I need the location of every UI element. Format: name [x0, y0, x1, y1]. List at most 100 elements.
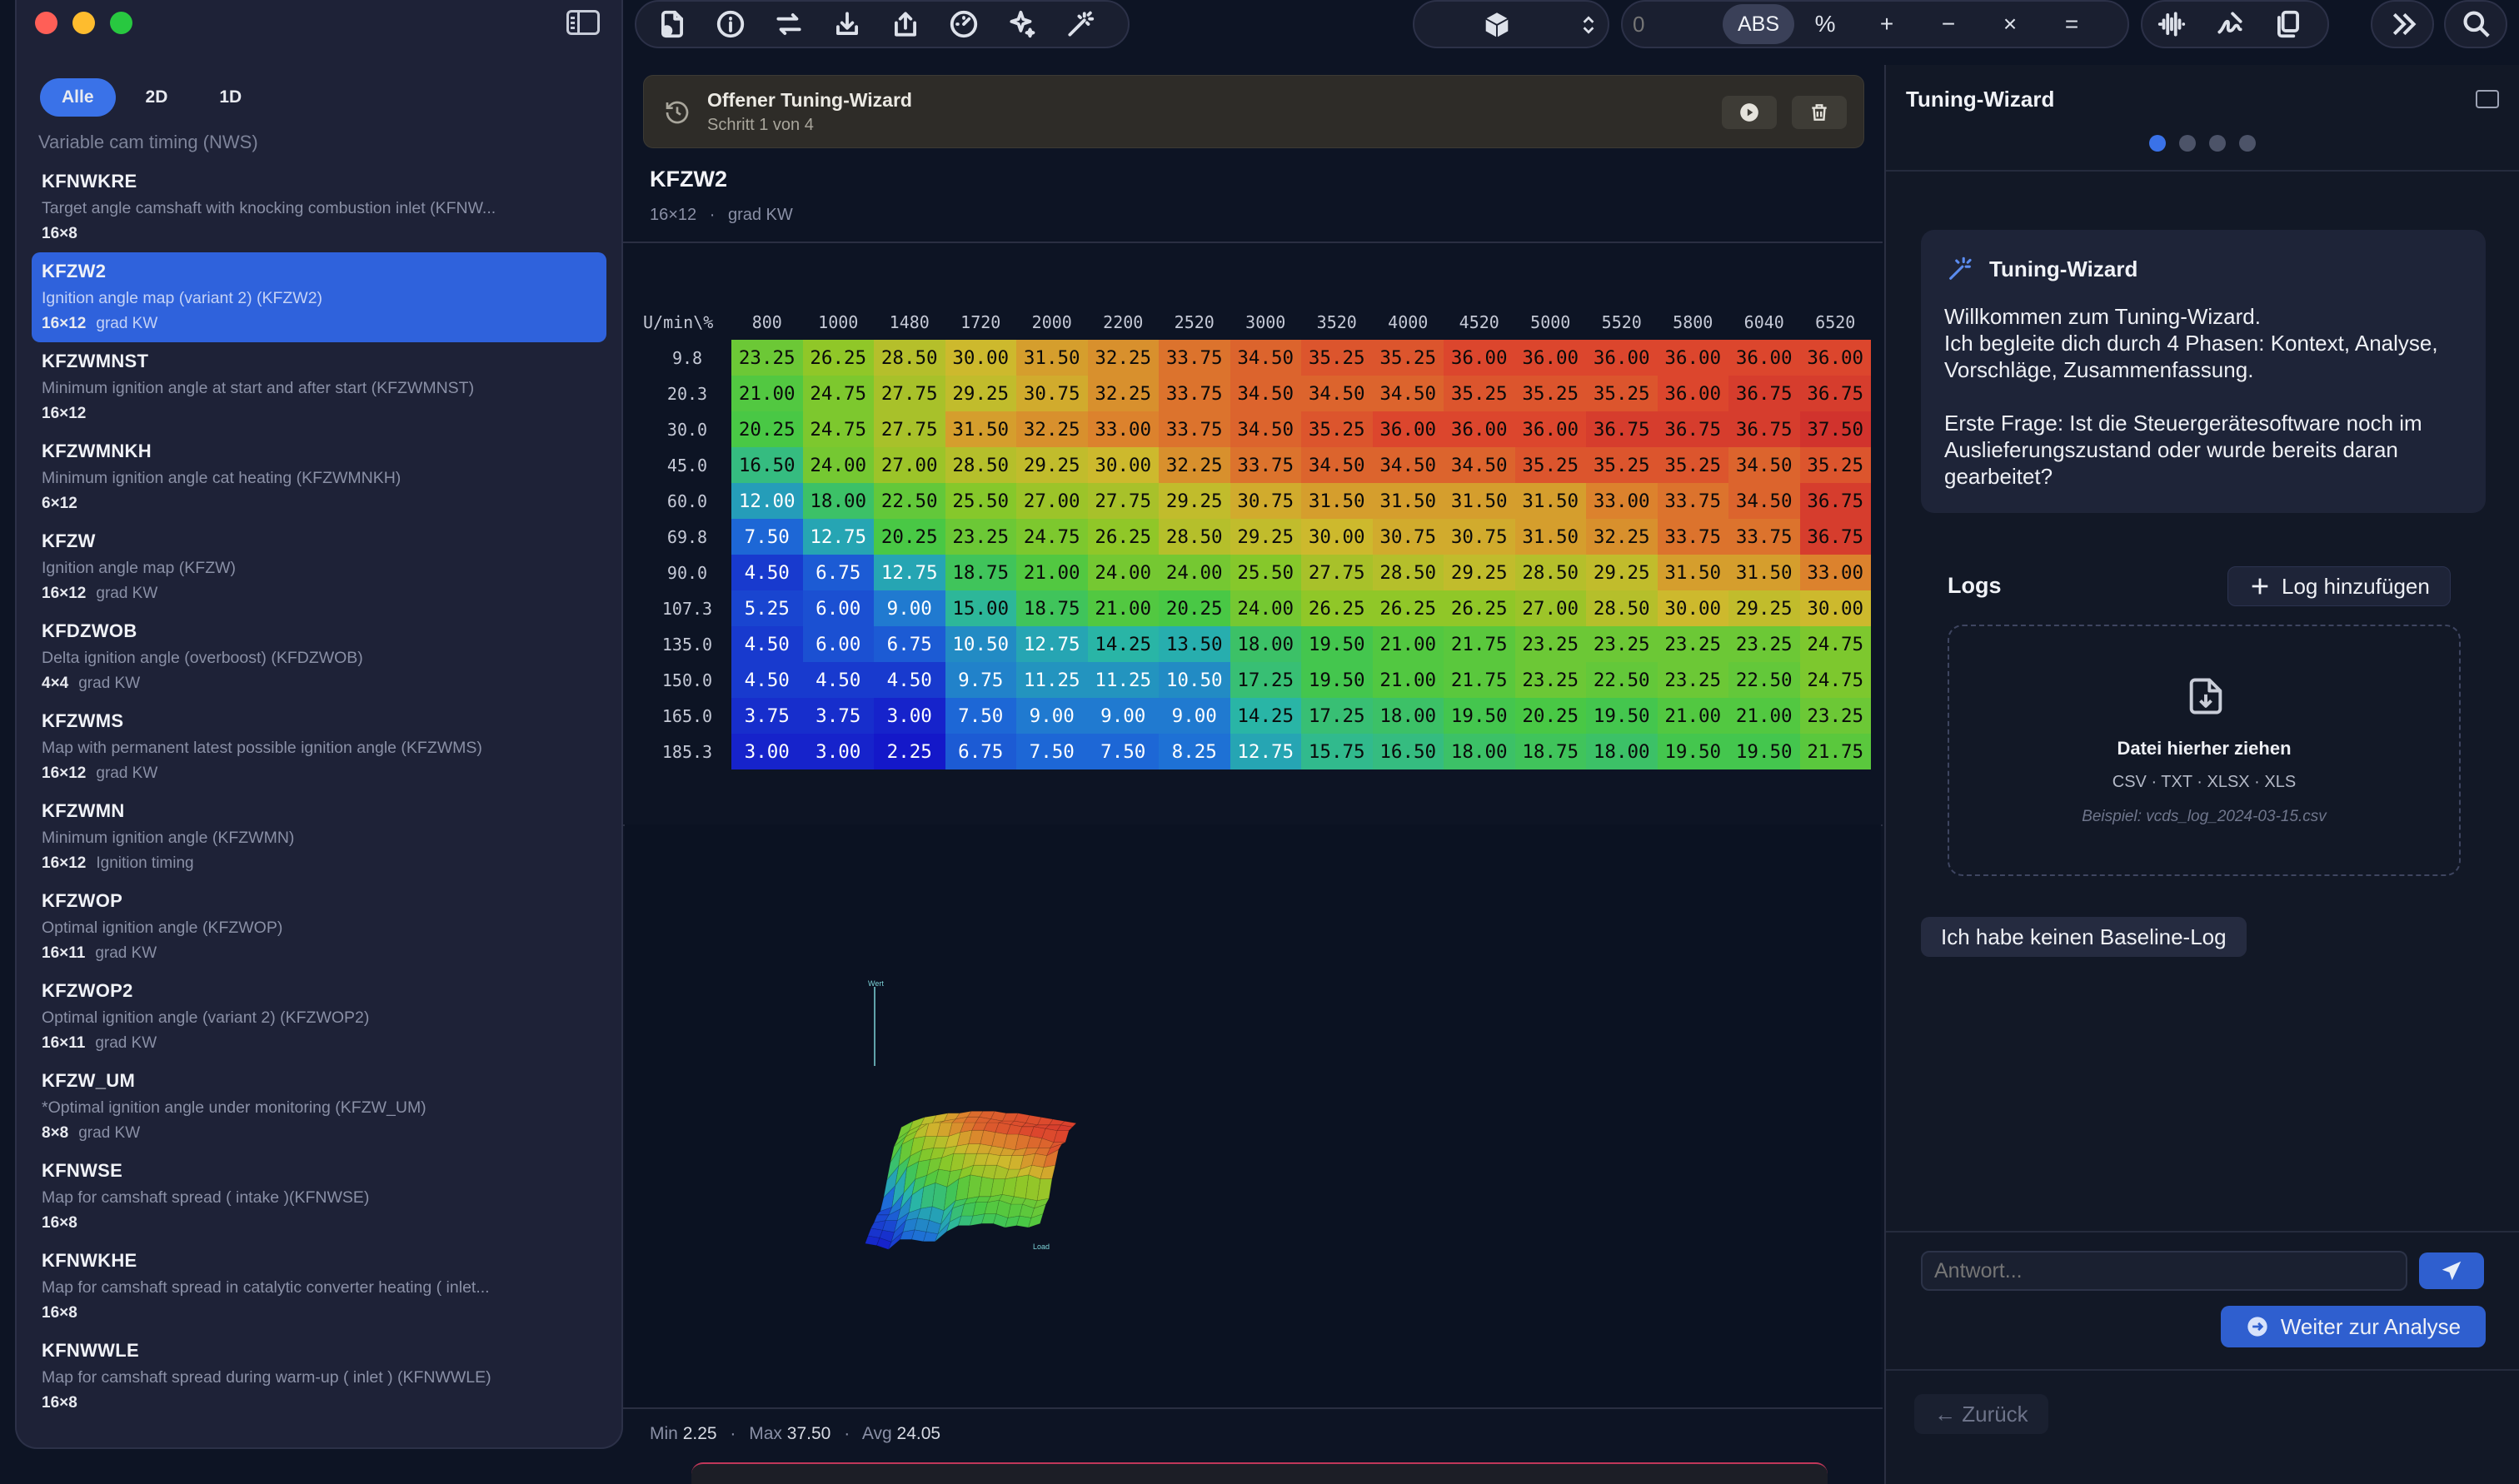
map-cell[interactable]: 18.00: [802, 483, 874, 519]
map-cell[interactable]: 27.00: [1016, 483, 1088, 519]
map-cell[interactable]: 3.00: [731, 734, 803, 769]
map-cell[interactable]: 21.00: [1016, 555, 1088, 590]
map-cell[interactable]: 26.25: [1444, 590, 1515, 626]
map-list-item[interactable]: KFNWSE Map for camshaft spread ( intake )…: [32, 1152, 606, 1242]
map-cell[interactable]: 35.25: [1514, 376, 1586, 411]
map-cell[interactable]: 6.75: [874, 626, 945, 662]
map-cell[interactable]: 18.75: [1514, 734, 1586, 769]
map-list-item[interactable]: KFZWOP2 Optimal ignition angle (variant 2…: [32, 972, 606, 1062]
map-cell[interactable]: 31.50: [1372, 483, 1444, 519]
map-cell[interactable]: 24.75: [802, 411, 874, 447]
map-cell[interactable]: 9.00: [1087, 698, 1159, 734]
map-cell[interactable]: 24.75: [1799, 626, 1871, 662]
map-cell[interactable]: 28.50: [1372, 555, 1444, 590]
map-cell[interactable]: 22.50: [1728, 662, 1800, 698]
filter-2d[interactable]: 2D: [124, 78, 190, 117]
map-cell[interactable]: 6.00: [802, 590, 874, 626]
map-cell[interactable]: 32.25: [1159, 447, 1230, 483]
map-cell[interactable]: 36.00: [1372, 411, 1444, 447]
map-cell[interactable]: 24.75: [802, 376, 874, 411]
export-button[interactable]: [876, 2, 935, 47]
map-cell[interactable]: 33.75: [1159, 376, 1230, 411]
map-cell[interactable]: 35.25: [1586, 376, 1658, 411]
map-cell[interactable]: 26.25: [1087, 519, 1159, 555]
delete-wizard-button[interactable]: [1792, 96, 1847, 129]
map-cell[interactable]: 36.00: [1657, 340, 1728, 376]
map-cell[interactable]: 19.50: [1301, 662, 1373, 698]
map-cell[interactable]: 22.50: [1586, 662, 1658, 698]
map-cell[interactable]: 27.75: [874, 411, 945, 447]
map-cell[interactable]: 28.50: [1514, 555, 1586, 590]
map-cell[interactable]: 36.00: [1657, 376, 1728, 411]
map-cell[interactable]: 4.50: [731, 555, 803, 590]
map-cell[interactable]: 32.25: [1586, 519, 1658, 555]
map-cell[interactable]: 16.50: [731, 447, 803, 483]
panel-window-icon[interactable]: [2476, 90, 2499, 108]
map-cell[interactable]: 36.00: [1728, 340, 1800, 376]
value-input[interactable]: [1623, 7, 1723, 41]
map-cell[interactable]: 27.00: [874, 447, 945, 483]
map-cell[interactable]: 33.00: [1586, 483, 1658, 519]
filter-all[interactable]: Alle: [40, 78, 116, 117]
map-cell[interactable]: 33.75: [1159, 340, 1230, 376]
map-cell[interactable]: 4.50: [874, 662, 945, 698]
map-cell[interactable]: 34.50: [1230, 411, 1301, 447]
map-cell[interactable]: 33.00: [1799, 555, 1871, 590]
info-button[interactable]: [701, 2, 760, 47]
map-cell[interactable]: 9.00: [1016, 698, 1088, 734]
map-cell[interactable]: 21.75: [1444, 626, 1515, 662]
map-cell[interactable]: 36.75: [1799, 483, 1871, 519]
map-cell[interactable]: 12.75: [874, 555, 945, 590]
map-cell[interactable]: 28.50: [1159, 519, 1230, 555]
map-cell[interactable]: 29.25: [1728, 590, 1800, 626]
map-cell[interactable]: 31.50: [1016, 340, 1088, 376]
map-cell[interactable]: 17.25: [1301, 698, 1373, 734]
wizard-banner[interactable]: Offener Tuning-Wizard Schritt 1 von 4: [643, 75, 1864, 148]
map-cell[interactable]: 32.25: [1016, 411, 1088, 447]
map-cell[interactable]: 31.50: [1514, 519, 1586, 555]
map-cell[interactable]: 21.00: [1728, 698, 1800, 734]
next-analysis-button[interactable]: Weiter zur Analyse: [2221, 1306, 2486, 1347]
map-cell[interactable]: 19.50: [1444, 698, 1515, 734]
map-cell[interactable]: 9.00: [1159, 698, 1230, 734]
minimize-window-button[interactable]: [72, 12, 95, 34]
map-list-item[interactable]: KFZWMS Map with permanent latest possible…: [32, 702, 606, 792]
add-log-button[interactable]: Log hinzufügen: [2227, 566, 2451, 606]
map-cell[interactable]: 31.50: [1728, 555, 1800, 590]
map-cell[interactable]: 23.25: [1657, 626, 1728, 662]
filter-1d[interactable]: 1D: [197, 78, 263, 117]
back-button[interactable]: ← Zurück: [1914, 1394, 2048, 1434]
swap-button[interactable]: [760, 2, 818, 47]
map-cell[interactable]: 14.25: [1087, 626, 1159, 662]
map-cell[interactable]: 4.50: [731, 662, 803, 698]
map-cell[interactable]: 7.50: [1087, 734, 1159, 769]
map-cell[interactable]: 27.75: [1301, 555, 1373, 590]
subtract-button[interactable]: −: [1918, 2, 1979, 47]
map-list-item[interactable]: KFNWKRE Target angle camshaft with knocki…: [32, 162, 606, 252]
map-cell[interactable]: 29.25: [1586, 555, 1658, 590]
zoom-window-button[interactable]: [110, 12, 132, 34]
map-cell[interactable]: 12.75: [1230, 734, 1301, 769]
close-window-button[interactable]: [35, 12, 57, 34]
map-cell[interactable]: 3.00: [874, 698, 945, 734]
map-cell[interactable]: 35.25: [1657, 447, 1728, 483]
map-cell[interactable]: 25.50: [1230, 555, 1301, 590]
map-cell[interactable]: 15.00: [945, 590, 1016, 626]
map-cell[interactable]: 34.50: [1444, 447, 1515, 483]
map-cell[interactable]: 36.75: [1728, 411, 1800, 447]
map-cell[interactable]: 23.25: [731, 340, 803, 376]
map-cell[interactable]: 21.00: [731, 376, 803, 411]
abs-button[interactable]: ABS: [1723, 4, 1795, 44]
map-cell[interactable]: 25.50: [945, 483, 1016, 519]
map-cell[interactable]: 12.75: [1016, 626, 1088, 662]
map-cell[interactable]: 21.00: [1372, 662, 1444, 698]
map-cell[interactable]: 29.25: [1230, 519, 1301, 555]
map-cell[interactable]: 33.75: [1657, 483, 1728, 519]
map-cell[interactable]: 30.00: [1799, 590, 1871, 626]
map-cell[interactable]: 21.75: [1444, 662, 1515, 698]
map-cell[interactable]: 5.25: [731, 590, 803, 626]
answer-input[interactable]: [1921, 1251, 2407, 1291]
gauge-button[interactable]: [935, 2, 993, 47]
map-cell[interactable]: 24.00: [802, 447, 874, 483]
map-list-item[interactable]: KFZWMNST Minimum ignition angle at start …: [32, 342, 606, 432]
